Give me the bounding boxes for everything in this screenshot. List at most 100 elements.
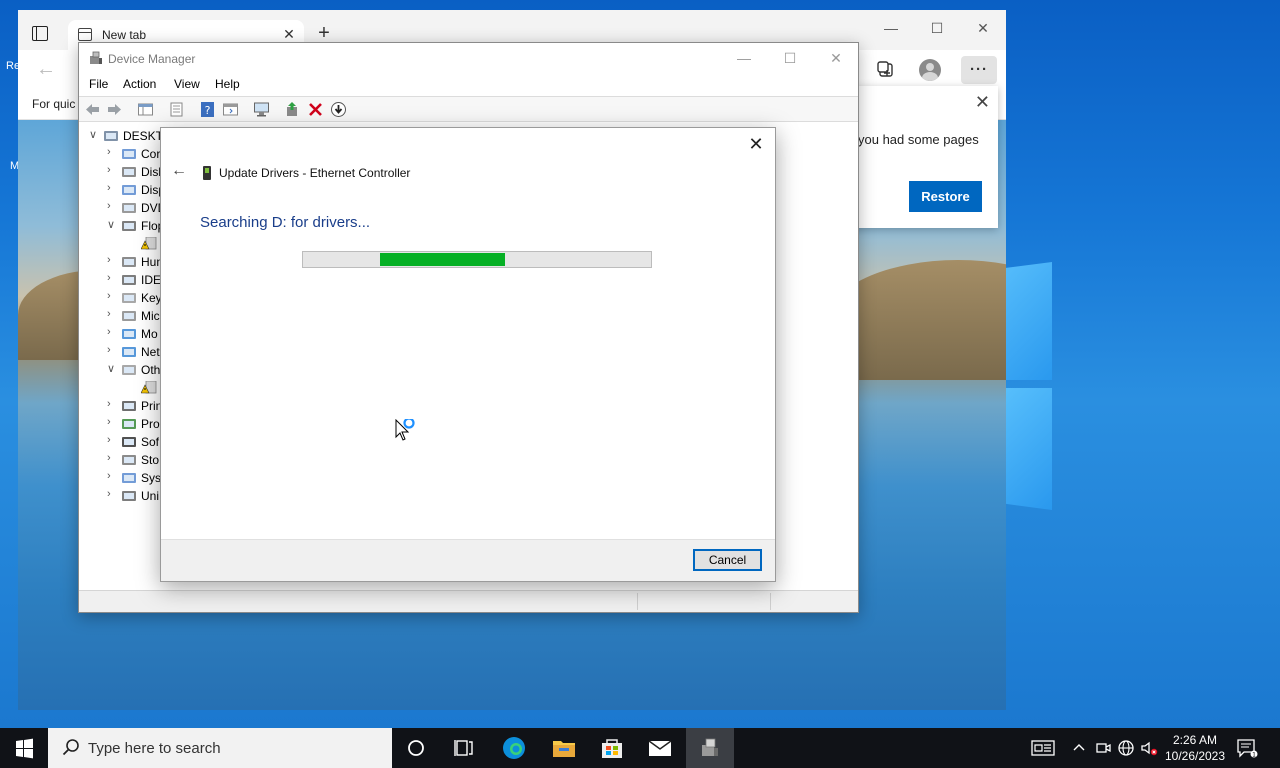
scan-hardware-icon[interactable]: [253, 101, 270, 118]
meet-now-icon[interactable]: [1094, 739, 1112, 757]
tree-item[interactable]: › Cor: [81, 145, 161, 163]
tree-item[interactable]: › DVD: [81, 199, 161, 217]
device-category-icon: [121, 327, 137, 341]
network-globe-icon[interactable]: [1117, 739, 1135, 757]
device-category-icon: [103, 129, 119, 143]
tree-item-label: Mo: [141, 327, 158, 341]
cortana-icon[interactable]: [392, 728, 440, 768]
maximize-button[interactable]: ☐: [767, 45, 813, 71]
task-view-icon[interactable]: [440, 728, 488, 768]
edge-browser-icon[interactable]: [490, 728, 538, 768]
expand-chevron-icon[interactable]: ∨: [89, 128, 101, 141]
tree-item[interactable]: › Hun: [81, 253, 161, 271]
tree-item[interactable]: › Syst: [81, 469, 161, 487]
back-arrow-icon[interactable]: ←: [169, 162, 189, 182]
news-and-interests-icon[interactable]: [1031, 739, 1055, 757]
menu-action[interactable]: Action: [123, 77, 156, 91]
collapse-chevron-icon[interactable]: ›: [107, 398, 119, 410]
tree-item[interactable]: › Mic: [81, 307, 161, 325]
menu-view[interactable]: View: [174, 77, 200, 91]
view-icon[interactable]: [222, 101, 239, 118]
tree-item[interactable]: › Sto: [81, 451, 161, 469]
help-icon[interactable]: ?: [199, 101, 216, 118]
tab-actions-icon[interactable]: [32, 26, 48, 41]
collapse-chevron-icon[interactable]: ›: [107, 416, 119, 428]
collapse-chevron-icon[interactable]: ›: [107, 308, 119, 320]
forward-arrow-icon[interactable]: [106, 101, 123, 118]
tree-item[interactable]: › Sof: [81, 433, 161, 451]
collapse-chevron-icon[interactable]: ›: [107, 272, 119, 284]
collapse-chevron-icon[interactable]: ›: [107, 164, 119, 176]
tree-item[interactable]: › Disp: [81, 181, 161, 199]
more-options-icon[interactable]: ···: [961, 56, 997, 84]
collections-icon[interactable]: [871, 56, 901, 84]
collapse-chevron-icon[interactable]: ›: [107, 344, 119, 356]
tree-item[interactable]: › Disk: [81, 163, 161, 181]
profile-avatar[interactable]: [919, 59, 941, 81]
file-explorer-icon[interactable]: [540, 728, 588, 768]
tree-item-label: Prin: [141, 399, 161, 413]
close-dialog-icon[interactable]: ✕: [743, 132, 769, 156]
close-popup-icon[interactable]: ✕: [975, 92, 990, 113]
update-driver-icon[interactable]: [284, 101, 301, 118]
tree-item[interactable]: › Key: [81, 289, 161, 307]
minimize-button[interactable]: —: [721, 45, 767, 71]
close-tab-icon[interactable]: ✕: [280, 25, 298, 43]
close-window-button[interactable]: ✕: [813, 45, 859, 71]
tree-item-label: Syst: [141, 471, 161, 485]
notifications-icon[interactable]: 1: [1236, 738, 1258, 758]
mail-icon[interactable]: [636, 728, 684, 768]
collapse-chevron-icon[interactable]: ›: [107, 200, 119, 212]
volume-muted-icon[interactable]: [1140, 739, 1158, 757]
tree-item[interactable]: › Mo: [81, 325, 161, 343]
collapse-chevron-icon[interactable]: ›: [107, 488, 119, 500]
collapse-chevron-icon[interactable]: ›: [107, 182, 119, 194]
collapse-chevron-icon[interactable]: ›: [107, 434, 119, 446]
system-clock[interactable]: 2:26 AM 10/26/2023: [1162, 732, 1228, 764]
collapse-chevron-icon[interactable]: ›: [107, 146, 119, 158]
device-tree: ∨ DESKTO › Cor › Disk › Disp › DVD ∨ Flop › Hun › IDE › K…: [81, 127, 161, 587]
tree-item[interactable]: › Prin: [81, 397, 161, 415]
tree-item[interactable]: › IDE: [81, 271, 161, 289]
uninstall-device-icon[interactable]: [307, 101, 324, 118]
show-hidden-icons-chevron-icon[interactable]: [1070, 739, 1088, 757]
expand-chevron-icon[interactable]: ∨: [107, 218, 119, 231]
tree-item-label: Sof: [141, 435, 160, 449]
back-arrow-icon[interactable]: [84, 101, 101, 118]
tree-item-label: Oth: [141, 363, 161, 377]
back-arrow-icon[interactable]: ←: [36, 58, 56, 81]
taskbar-search-box[interactable]: Type here to search: [48, 728, 392, 768]
device-manager-taskbar-icon[interactable]: [686, 728, 734, 768]
device-category-icon: [121, 399, 137, 413]
tree-item[interactable]: › Net: [81, 343, 161, 361]
tree-item[interactable]: ∨ Oth: [81, 361, 161, 379]
expand-chevron-icon[interactable]: ∨: [107, 362, 119, 375]
tree-item-label: Hun: [141, 255, 161, 269]
windows-start-icon[interactable]: [0, 728, 48, 768]
collapse-chevron-icon[interactable]: ›: [107, 290, 119, 302]
tree-item[interactable]: [81, 379, 161, 397]
collapse-chevron-icon[interactable]: ›: [107, 470, 119, 482]
collapse-chevron-icon[interactable]: ›: [107, 254, 119, 266]
search-icon: [62, 739, 79, 756]
disable-device-icon[interactable]: [330, 101, 347, 118]
properties-icon[interactable]: [168, 101, 185, 118]
tree-item-label: Cor: [141, 147, 161, 161]
minimize-button[interactable]: —: [868, 14, 914, 42]
restore-button[interactable]: Restore: [909, 181, 982, 212]
close-window-button[interactable]: ✕: [960, 14, 1006, 42]
tree-item-label: Pro: [141, 417, 160, 431]
tree-item[interactable]: [81, 235, 161, 253]
show-hide-console-tree-icon[interactable]: [137, 101, 154, 118]
menu-help[interactable]: Help: [215, 77, 240, 91]
tree-item[interactable]: ∨ DESKTO: [81, 127, 161, 145]
collapse-chevron-icon[interactable]: ›: [107, 326, 119, 338]
tree-item[interactable]: › Pro: [81, 415, 161, 433]
menu-file[interactable]: File: [89, 77, 108, 91]
tree-item[interactable]: › Uni: [81, 487, 161, 505]
cancel-button[interactable]: Cancel: [693, 549, 762, 571]
microsoft-store-icon[interactable]: [588, 728, 636, 768]
maximize-button[interactable]: ☐: [914, 14, 960, 42]
tree-item[interactable]: ∨ Flop: [81, 217, 161, 235]
collapse-chevron-icon[interactable]: ›: [107, 452, 119, 464]
